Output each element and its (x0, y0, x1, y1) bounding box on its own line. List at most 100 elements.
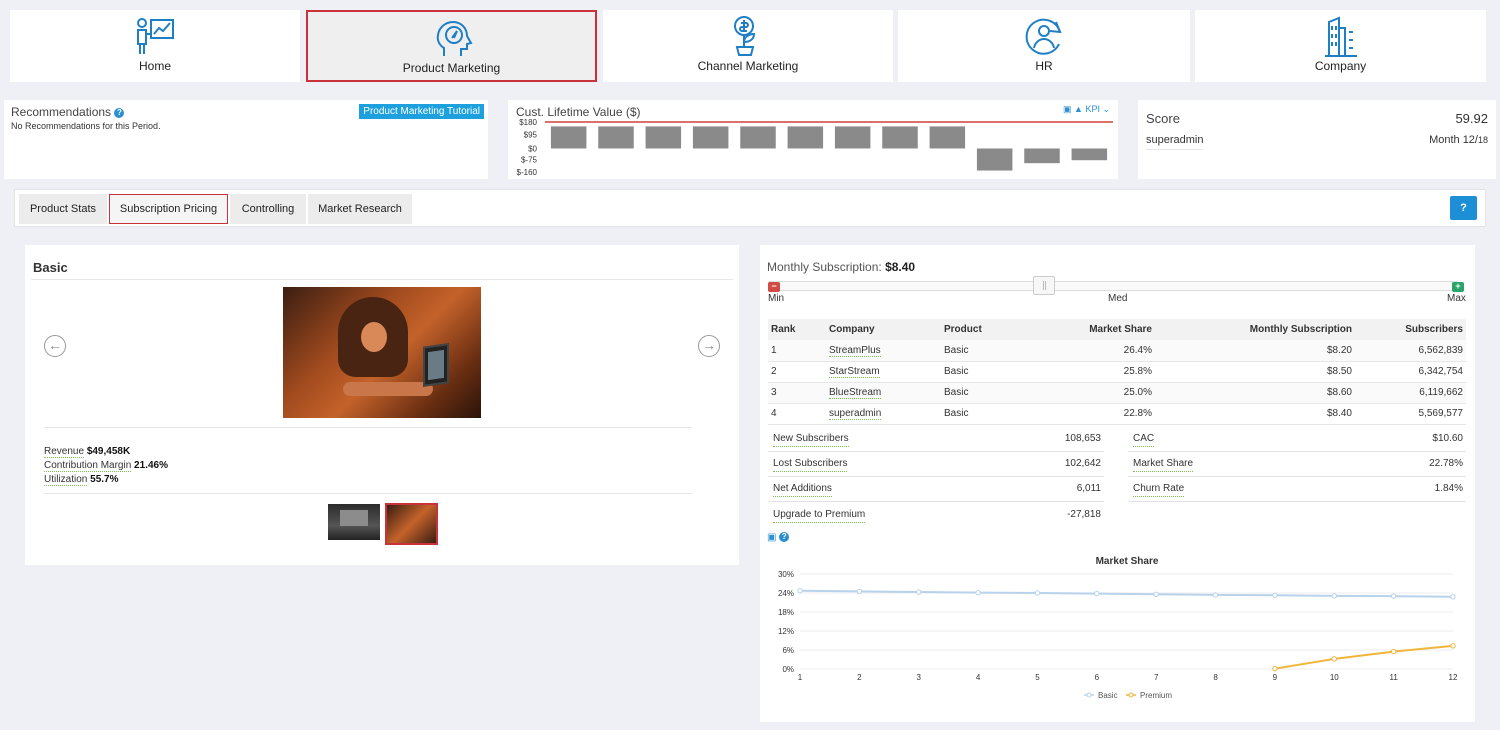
slider-max-label: Max (1447, 293, 1466, 304)
clv-chart: $180 $95 $0 $-75 $-160 (517, 118, 1113, 177)
tab-product-stats[interactable]: Product Stats (19, 194, 107, 224)
stat-upgrade-to-premium: Upgrade to Premium -27,818 (768, 503, 1104, 528)
tutorial-button[interactable]: Product Marketing Tutorial (359, 104, 484, 119)
nav-hr[interactable]: HR (898, 10, 1190, 82)
data-point (916, 589, 922, 595)
thumbnail-2-selected[interactable] (385, 503, 438, 545)
carousel-prev-button[interactable]: ← (44, 335, 66, 357)
carousel-next-button[interactable]: → (698, 335, 720, 357)
building-icon (1324, 16, 1357, 57)
clv-bar (692, 126, 729, 149)
cell-company: StarStream (826, 361, 941, 383)
x-tick-label: 12 (1449, 673, 1458, 682)
data-point (1450, 643, 1456, 649)
y-tick-label: $-160 (517, 168, 538, 177)
monitor-icon[interactable]: ▣ (767, 532, 776, 543)
tab-market-research[interactable]: Market Research (308, 194, 412, 224)
score-value: 59.92 (1455, 111, 1488, 126)
series-line-basic (799, 589, 1454, 598)
legend-label: Basic (1098, 691, 1118, 700)
clv-bar (929, 126, 966, 149)
price-slider-handle[interactable] (1033, 276, 1055, 295)
stat-new-subscribers: New Subscribers 108,653 (768, 427, 1104, 452)
stat-label: Lost Subscribers (773, 457, 848, 472)
slider-med-label: Med (1108, 293, 1128, 304)
cell-monthly-subscription: $8.40 (1155, 403, 1355, 425)
stat-market-share: Market Share 22.78% (1128, 452, 1466, 477)
increase-price-button[interactable]: + (1452, 282, 1464, 292)
data-point (1272, 592, 1278, 598)
clv-bar (1024, 148, 1060, 164)
cell-product: Basic (941, 340, 1031, 362)
recommendations-panel: Recommendations ? No Recommendations for… (4, 100, 488, 179)
col-rank: Rank (768, 319, 826, 340)
decrease-price-button[interactable]: − (768, 282, 780, 292)
col-market-share: Market Share (1031, 319, 1155, 340)
nav-company[interactable]: Company (1195, 10, 1486, 82)
stat-value: 22.78% (1429, 458, 1463, 469)
monthly-subscription-title: Monthly Subscription: $8.40 (767, 260, 915, 274)
month-prefix: Month 12/ (1429, 134, 1478, 146)
cell-rank: 4 (768, 403, 826, 425)
arrow-left-icon: ← (48, 337, 62, 353)
cell-subscribers: 5,569,577 (1355, 403, 1466, 425)
company-name: StarStream (829, 366, 880, 378)
cell-company: StreamPlus (826, 340, 941, 362)
data-point (975, 589, 981, 596)
margin-stat: Contribution Margin 21.46% (44, 460, 168, 472)
product-title: Basic (33, 260, 68, 275)
divider (44, 427, 692, 428)
data-point (1272, 665, 1278, 672)
cell-monthly-subscription: $8.20 (1155, 340, 1355, 362)
clv-panel: Cust. Lifetime Value ($) ▣ ▲ KPI ⌄ $180 $… (508, 100, 1118, 179)
cell-product: Basic (941, 403, 1031, 425)
x-tick-label: 6 (1095, 673, 1100, 682)
x-tick-label: 4 (976, 673, 981, 682)
score-month: Month 12/18 (1429, 134, 1488, 146)
x-tick-label: 8 (1213, 673, 1218, 682)
score-label: Score (1146, 111, 1180, 126)
nav-home[interactable]: Home (10, 10, 300, 82)
pricing-title-label: Monthly Subscription: (767, 260, 882, 274)
slider-min-label: Min (768, 293, 785, 304)
nav-channel-marketing[interactable]: Channel Marketing (603, 10, 893, 82)
pricing-card: Monthly Subscription: $8.40 − + Min Med … (760, 245, 1475, 722)
stat-churn-rate: Churn Rate 1.84% (1128, 477, 1466, 502)
col-monthly-subscription: Monthly Subscription (1155, 319, 1355, 340)
x-tick-label: 11 (1389, 673, 1398, 682)
help-icon[interactable]: ? (779, 532, 790, 542)
thumbnail-1[interactable] (328, 504, 380, 540)
data-point (1094, 590, 1100, 597)
clv-bar (976, 148, 1013, 171)
clv-bar (1071, 148, 1108, 161)
y-tick-label: 6% (782, 646, 794, 655)
money-plant-icon (734, 16, 756, 56)
price-slider-track[interactable] (768, 281, 1458, 291)
chart-title: Market Share (1096, 556, 1159, 567)
x-tick-label: 7 (1154, 673, 1159, 682)
score-user: superadmin (1146, 134, 1204, 150)
recommendations-title: Recommendations (11, 105, 112, 119)
x-tick-label: 3 (917, 673, 922, 682)
tab-controlling[interactable]: Controlling (230, 194, 306, 224)
data-point (856, 588, 863, 595)
data-point (1212, 592, 1219, 598)
market-share-chart: Market Share30%24%18%12%6%0%1 2 3 4 5 6 7 8 9 10 1… (778, 556, 1458, 700)
nav-product-marketing[interactable]: Product Marketing (306, 10, 597, 82)
stat-label: CAC (1133, 432, 1155, 447)
nav-channel-marketing-label: Channel Marketing (697, 59, 799, 73)
y-tick-label: $0 (528, 144, 537, 153)
stat-label: New Subscribers (773, 432, 849, 447)
tab-subscription-pricing[interactable]: Subscription Pricing (109, 194, 228, 224)
help-icon[interactable]: ? (114, 108, 125, 118)
revenue-label: Revenue (44, 446, 85, 458)
utilization-label: Utilization (44, 474, 88, 486)
cell-company: BlueStream (826, 382, 941, 404)
company-name: superadmin (829, 408, 882, 420)
arrow-right-icon: → (702, 337, 716, 353)
x-tick-label: 5 (1035, 673, 1040, 682)
table-row: 3 BlueStream Basic 25.0% $8.60 6,119,662 (768, 382, 1466, 404)
help-button[interactable]: ? (1450, 196, 1477, 220)
legend-marker (1086, 692, 1092, 698)
y-tick-label: 12% (778, 627, 794, 636)
